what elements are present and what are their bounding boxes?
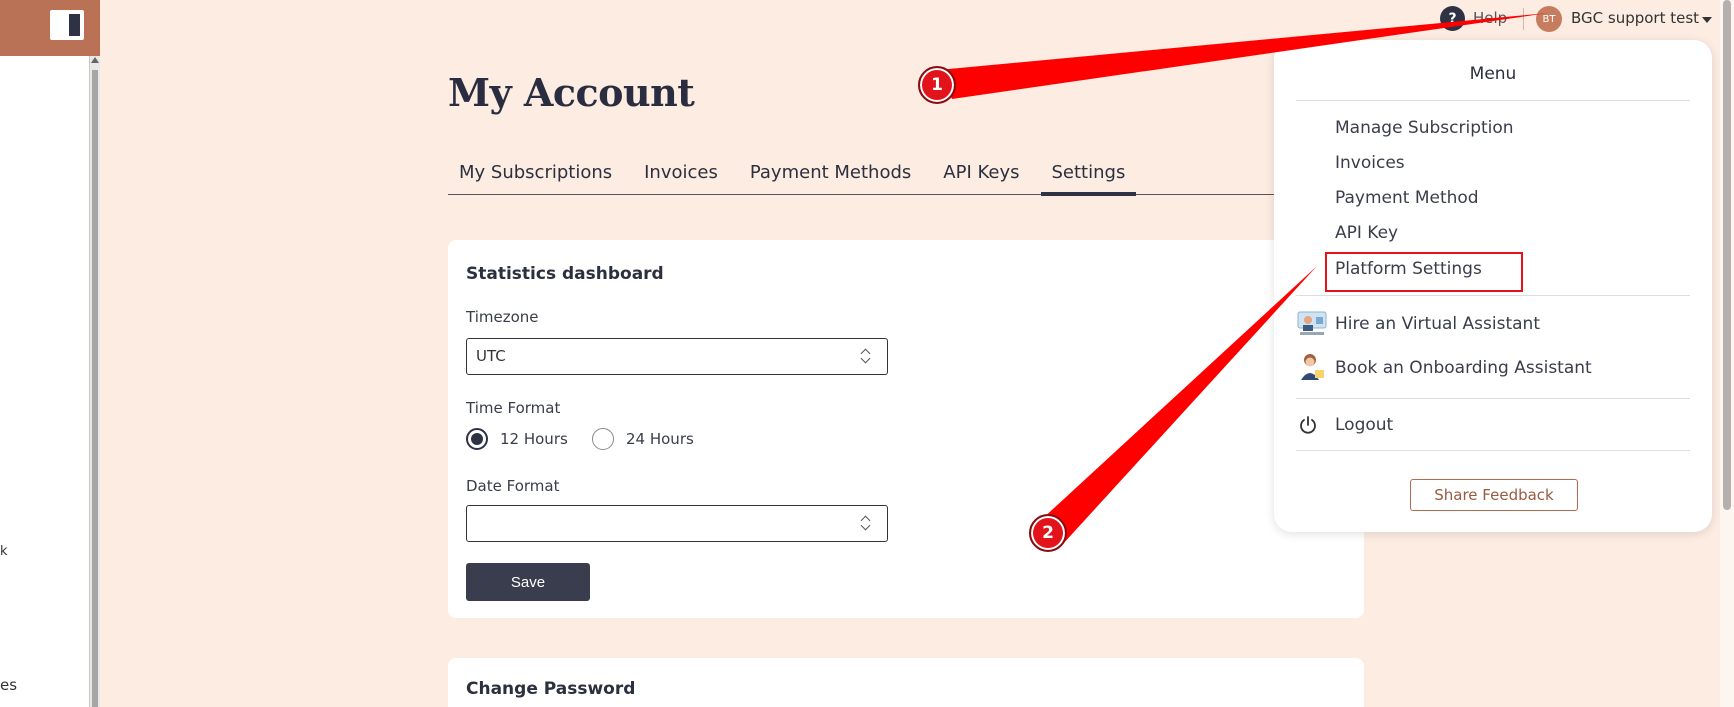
card-title: Change Password [466,679,636,699]
card-title: Statistics dashboard [466,264,664,284]
divider [1296,295,1690,296]
date-format-select[interactable] [466,505,888,542]
tab-payment-methods[interactable]: Payment Methods [739,156,922,194]
divider [1296,398,1690,399]
avatar[interactable]: BT [1536,6,1562,32]
menu-item-invoices[interactable]: Invoices [1335,153,1405,173]
onboarding-assistant-icon [1301,354,1324,380]
menu-title: Menu [1469,64,1517,84]
tab-settings[interactable]: Settings [1040,156,1137,196]
chevron-updown-icon [861,347,871,365]
sidebar-toggle-icon[interactable] [50,10,84,40]
help-link[interactable]: Help [1473,9,1507,27]
sidebar: k es [0,0,90,707]
timezone-label: Timezone [466,308,539,326]
menu-item-manage-subscription[interactable]: Manage Subscription [1335,118,1514,138]
menu-item-book-onboarding-assistant[interactable]: Book an Onboarding Assistant [1335,358,1592,378]
page-title: My Account [448,70,695,115]
timezone-select[interactable]: UTC [466,338,888,375]
scrollbar-thumb[interactable] [1723,0,1731,510]
menu-item-payment-method[interactable]: Payment Method [1335,188,1479,208]
divider [1296,100,1690,101]
divider [1296,450,1690,451]
scrollbar-thumb[interactable] [92,70,98,707]
date-format-label: Date Format [466,477,560,495]
menu-item-api-key[interactable]: API Key [1335,223,1398,243]
sidebar-item-label[interactable]: es [0,676,17,694]
radio-12-hours[interactable]: 12 Hours [466,428,568,450]
header-divider [1523,8,1524,30]
tab-api-keys[interactable]: API Keys [932,156,1030,194]
change-password-card: Change Password [448,658,1364,707]
scroll-up-icon[interactable] [91,57,99,63]
save-button[interactable]: Save [466,563,590,601]
sidebar-scrollbar[interactable] [90,56,100,707]
page-scrollbar[interactable] [1720,0,1734,707]
sidebar-item-label[interactable]: k [0,544,8,559]
annotation-badge-2: 2 [1029,514,1067,552]
menu-item-hire-virtual-assistant[interactable]: Hire an Virtual Assistant [1335,314,1540,334]
power-icon [1300,416,1316,434]
caret-down-icon[interactable] [1702,17,1712,23]
radio-label: 24 Hours [626,430,694,448]
radio-24-hours[interactable]: 24 Hours [592,428,694,450]
virtual-assistant-icon [1297,311,1327,335]
time-format-label: Time Format [466,399,561,417]
radio-checked-icon[interactable] [466,428,488,450]
radio-unchecked-icon[interactable] [592,428,614,450]
tab-invoices[interactable]: Invoices [633,156,729,194]
statistics-dashboard-card: Statistics dashboard Timezone UTC Time F… [448,240,1364,618]
sidebar-header [0,0,100,56]
annotation-highlight-box [1325,252,1523,292]
annotation-badge-1: 1 [918,66,956,104]
tab-my-subscriptions[interactable]: My Subscriptions [448,156,623,194]
share-feedback-button[interactable]: Share Feedback [1410,479,1578,511]
chevron-updown-icon [861,514,871,532]
logout-button[interactable]: Logout [1335,415,1393,435]
timezone-value: UTC [476,347,506,365]
user-menu-trigger[interactable]: BGC support test [1571,9,1699,27]
help-icon[interactable]: ? [1440,6,1465,31]
radio-label: 12 Hours [500,430,568,448]
